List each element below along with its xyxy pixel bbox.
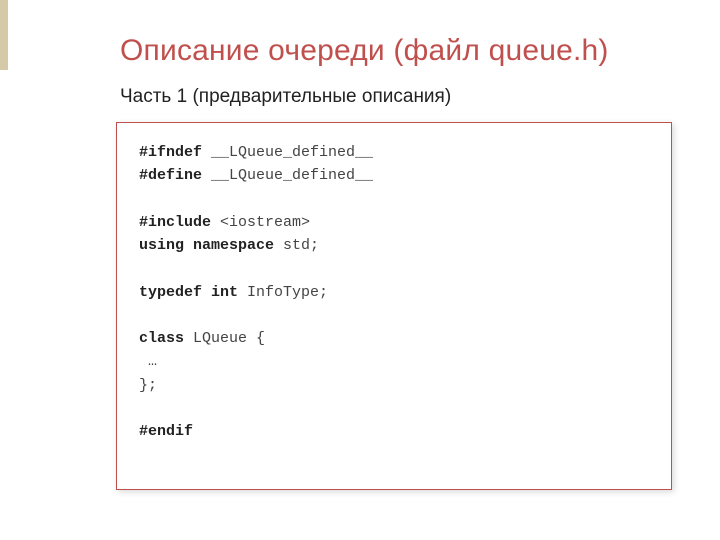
namespace-std: std; [274, 237, 319, 254]
class-close: }; [139, 377, 157, 394]
kw-using-namespace: using namespace [139, 237, 274, 254]
kw-typedef-int: typedef int [139, 284, 238, 301]
typedef-name: InfoType; [238, 284, 328, 301]
accent-bar [0, 0, 8, 70]
kw-ifndef: #ifndef [139, 144, 202, 161]
guard-name-2: __LQueue_defined__ [202, 167, 373, 184]
kw-define: #define [139, 167, 202, 184]
guard-name-1: __LQueue_defined__ [202, 144, 373, 161]
slide-title: Описание очереди (файл queue.h) [120, 34, 672, 68]
kw-endif: #endif [139, 423, 193, 440]
slide: Описание очереди (файл queue.h) Часть 1 … [0, 0, 720, 540]
kw-class: class [139, 330, 184, 347]
class-body-ellipsis: … [139, 353, 157, 370]
include-header: <iostream> [211, 214, 310, 231]
slide-subtitle: Часть 1 (предварительные описания) [120, 86, 672, 108]
code-box: #ifndef __LQueue_defined__ #define __LQu… [116, 122, 672, 490]
class-decl: LQueue { [184, 330, 265, 347]
kw-include: #include [139, 214, 211, 231]
